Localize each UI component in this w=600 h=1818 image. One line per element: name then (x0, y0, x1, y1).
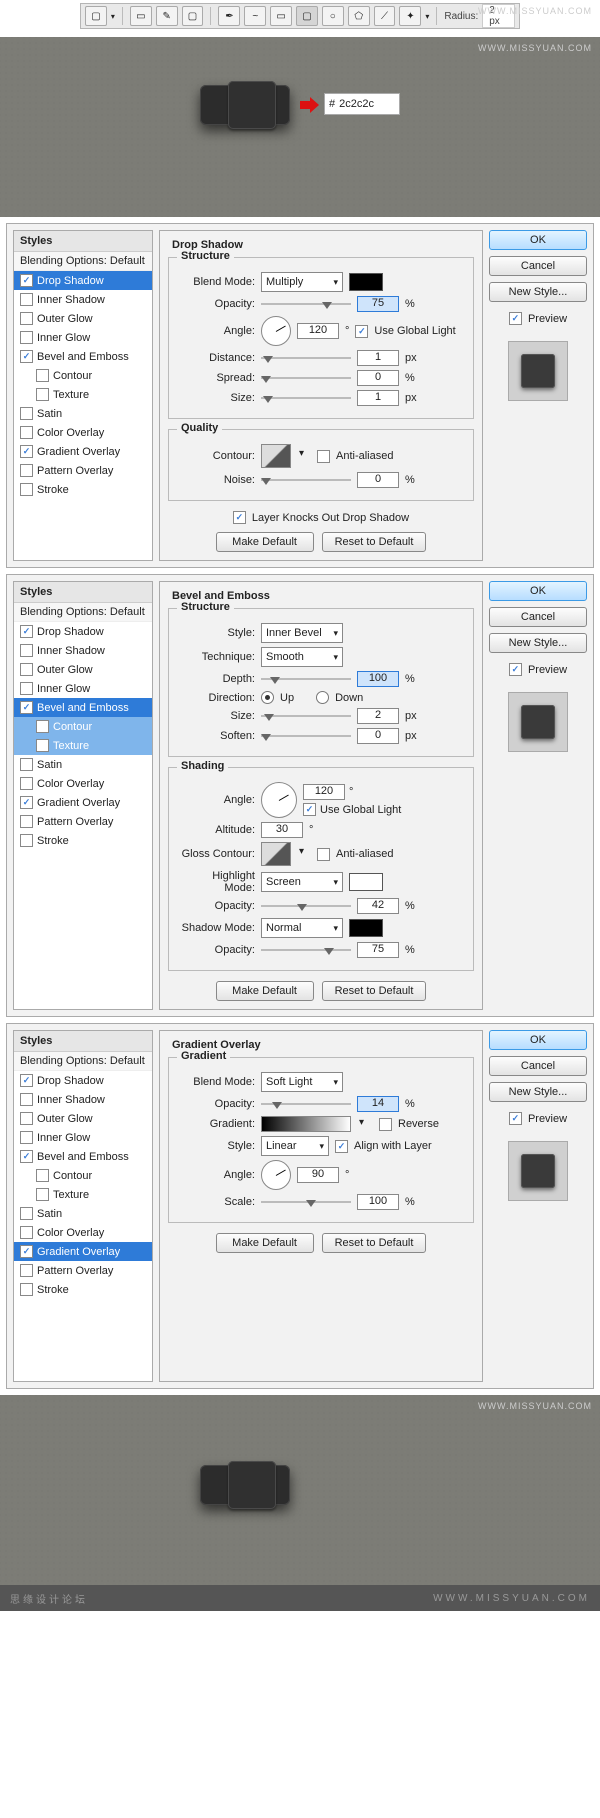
pen-icon[interactable]: ✒ (218, 6, 240, 26)
shape-tool-icon[interactable]: ▢ (85, 6, 107, 26)
distance-slider[interactable] (261, 352, 351, 364)
style-bevel[interactable]: Bevel and Emboss (14, 347, 152, 366)
polygon-icon[interactable]: ⬠ (348, 6, 370, 26)
canvas-preview-1: WWW.MISSYUAN.COM # 2c2c2c (0, 37, 600, 217)
switch-knob (228, 81, 276, 129)
mode1-icon[interactable]: ▭ (130, 6, 152, 26)
preview-box (508, 341, 568, 401)
angle-value[interactable]: 120 (297, 323, 339, 339)
highlight-dd[interactable]: Screen (261, 872, 343, 892)
style-inner-shadow[interactable]: Inner Shadow (14, 290, 152, 309)
style-outer-glow[interactable]: Outer Glow (14, 309, 152, 328)
hi-swatch[interactable] (349, 873, 383, 891)
canvas-preview-2: WWW.MISSYUAN.COM (0, 1395, 600, 1585)
color-hex-field[interactable]: # 2c2c2c (324, 93, 400, 115)
size-slider[interactable] (261, 392, 351, 404)
layer-style-panel-1: Styles Blending Options: Default Drop Sh… (6, 223, 594, 568)
blend-mode-dd[interactable]: Multiply (261, 272, 343, 292)
mode2-icon[interactable]: ✎ (156, 6, 178, 26)
reverse-cb[interactable] (379, 1118, 392, 1131)
cancel-button[interactable]: Cancel (489, 256, 587, 276)
line-icon[interactable]: ⟋ (374, 6, 396, 26)
rect-icon[interactable]: ▭ (270, 6, 292, 26)
technique-dd[interactable]: Smooth (261, 647, 343, 667)
blending-options[interactable]: Blending Options: Default (14, 252, 152, 271)
gradient-picker[interactable] (261, 1116, 351, 1132)
layer-style-panel-2: Styles Blending Options: Default Drop Sh… (6, 574, 594, 1017)
depth-slider[interactable] (261, 673, 351, 685)
angle-dial[interactable] (261, 316, 291, 346)
b-size-slider[interactable] (261, 710, 351, 722)
style-pattern-overlay[interactable]: Pattern Overlay (14, 461, 152, 480)
style-contour[interactable]: Contour (14, 366, 152, 385)
arrow-right-icon (300, 97, 318, 113)
g-opacity-slider[interactable] (261, 1098, 351, 1110)
dir-down-radio[interactable] (316, 691, 329, 704)
dialog-buttons: OK Cancel New Style... Preview (489, 230, 587, 561)
ellipse-icon[interactable]: ○ (322, 6, 344, 26)
align-cb[interactable] (335, 1140, 348, 1153)
scale-slider[interactable] (261, 1196, 351, 1208)
global-light-cb[interactable] (355, 325, 368, 338)
shadow-dd[interactable]: Normal (261, 918, 343, 938)
settings-area: Drop Shadow Structure Blend Mode:Multipl… (159, 230, 483, 561)
style-satin[interactable]: Satin (14, 404, 152, 423)
custom-shape-icon[interactable]: ✦ (399, 6, 421, 26)
sh-swatch[interactable] (349, 919, 383, 937)
reset-default-button[interactable]: Reset to Default (322, 532, 427, 552)
g-style-dd[interactable]: Linear (261, 1136, 329, 1156)
rounded-rect-icon[interactable]: ▢ (296, 6, 318, 26)
color-swatch[interactable] (349, 273, 383, 291)
gloss-contour[interactable] (261, 842, 291, 866)
make-default-button[interactable]: Make Default (216, 532, 314, 552)
bevel-style-dd[interactable]: Inner Bevel (261, 623, 343, 643)
global-light-cb2[interactable] (303, 803, 316, 816)
shading-angle-dial[interactable] (261, 782, 297, 818)
mode3-icon[interactable]: ▢ (182, 6, 204, 26)
freeform-icon[interactable]: ~ (244, 6, 266, 26)
antialias-cb[interactable] (317, 450, 330, 463)
style-bevel-selected[interactable]: Bevel and Emboss (14, 698, 152, 717)
style-stroke[interactable]: Stroke (14, 480, 152, 499)
options-toolbar: ▢ ▾ ▭ ✎ ▢ ✒ ~ ▭ ▢ ○ ⬠ ⟋ ✦ ▾ Radius: 2 px (80, 3, 520, 29)
style-texture[interactable]: Texture (14, 385, 152, 404)
checkbox-icon[interactable] (20, 274, 33, 287)
preview-cb[interactable] (509, 312, 522, 325)
footer-bar: 思缘设计论坛 WWW.MISSYUAN.COM (0, 1585, 600, 1611)
opacity-slider[interactable] (261, 298, 351, 310)
knockout-cb[interactable] (233, 511, 246, 524)
dir-up-radio[interactable] (261, 691, 274, 704)
style-drop-shadow[interactable]: Drop Shadow (14, 271, 152, 290)
g-blend-dd[interactable]: Soft Light (261, 1072, 343, 1092)
opacity-value[interactable]: 75 (357, 296, 399, 312)
ok-button[interactable]: OK (489, 230, 587, 250)
style-inner-glow[interactable]: Inner Glow (14, 328, 152, 347)
style-gradient-overlay[interactable]: Gradient Overlay (14, 442, 152, 461)
layer-style-panel-3: Styles Blending Options: Default Drop Sh… (6, 1023, 594, 1389)
soften-slider[interactable] (261, 730, 351, 742)
switch-slot (200, 85, 290, 125)
style-color-overlay[interactable]: Color Overlay (14, 423, 152, 442)
contour-picker[interactable] (261, 444, 291, 468)
radius-label: Radius: (444, 11, 478, 22)
watermark: WWW.MISSYUAN.COM (478, 6, 592, 16)
new-style-button[interactable]: New Style... (489, 282, 587, 302)
styles-list: Styles Blending Options: Default Drop Sh… (13, 230, 153, 561)
noise-slider[interactable] (261, 474, 351, 486)
g-angle-dial[interactable] (261, 1160, 291, 1190)
style-gradient-selected[interactable]: Gradient Overlay (14, 1242, 152, 1261)
spread-slider[interactable] (261, 372, 351, 384)
